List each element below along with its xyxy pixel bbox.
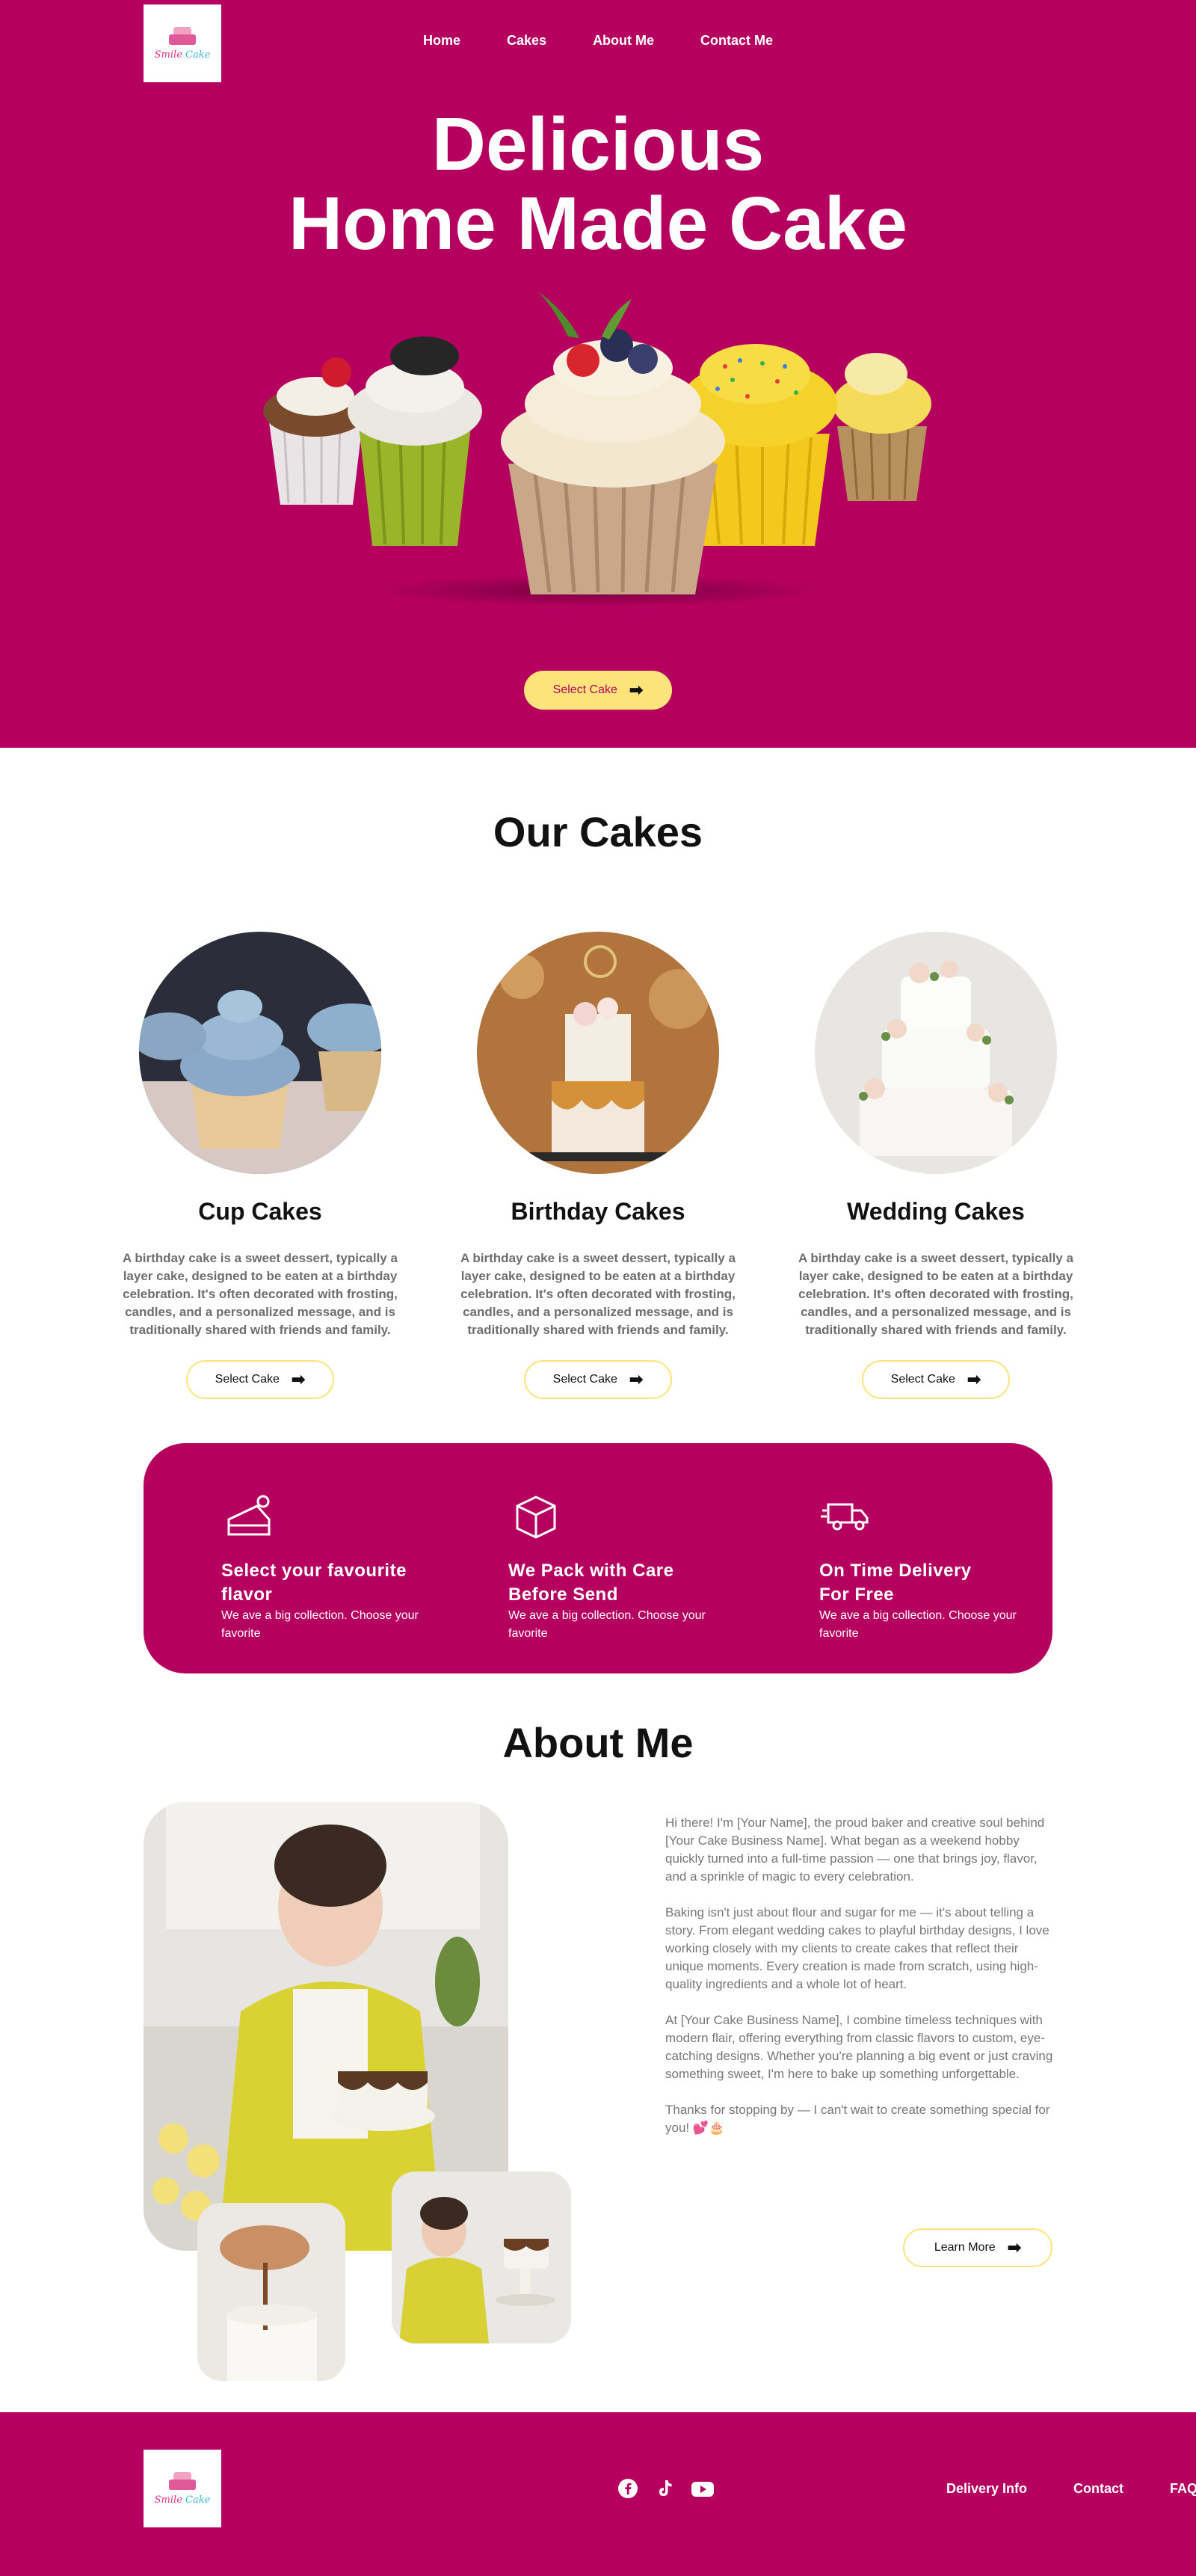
delivery-truck-icon	[821, 1503, 869, 1531]
features-banner: Select your favourite flavor We ave a big…	[144, 1443, 1052, 1673]
social-links	[616, 2477, 715, 2500]
youtube-icon[interactable]	[691, 2477, 715, 2500]
baker-photo-decorating	[392, 2171, 571, 2343]
logo-text-a: Smile	[154, 49, 182, 61]
about-paragraph: Hi there! I'm [Your Name], the proud bak…	[665, 1816, 1045, 1884]
box-icon	[516, 1496, 556, 1539]
cake-name: Birthday Cakes	[511, 1198, 685, 1225]
cake-card-wedding: Wedding Cakes A birthday cake is a sweet…	[794, 932, 1078, 1399]
nav-cakes[interactable]: Cakes	[507, 33, 546, 49]
nav-about-me[interactable]: About Me	[593, 33, 654, 49]
cake-description: A birthday cake is a sweet dessert, typi…	[460, 1251, 736, 1337]
about-paragraph: Baking isn't just about flour and sugar …	[665, 1905, 1049, 1991]
about-text: Hi there! I'm [Your Name], the proud bak…	[665, 1814, 1054, 2155]
footer-logo[interactable]: Smile Cake	[144, 2450, 221, 2527]
cake-card-birthday: Birthday Cakes A birthday cake is a swee…	[456, 932, 740, 1399]
logo-cake-icon	[167, 2471, 197, 2492]
facebook-icon[interactable]	[616, 2477, 640, 2500]
logo[interactable]: Smile Cake	[144, 4, 221, 82]
logo-text-b: Cake	[185, 2494, 211, 2506]
select-cake-label: Select Cake	[552, 1373, 617, 1386]
wedding-cake-image	[815, 932, 1057, 1174]
arrow-right-icon: ➡	[291, 1370, 306, 1389]
learn-more-button[interactable]: Learn More ➡	[903, 2228, 1052, 2267]
footer-contact[interactable]: Contact	[1073, 2481, 1123, 2497]
nav-home[interactable]: Home	[423, 33, 460, 49]
about-paragraph: At [Your Cake Business Name], I combine …	[665, 2013, 1053, 2081]
cake-name: Cup Cakes	[198, 1198, 322, 1225]
cake-slice-icon	[227, 1495, 271, 1536]
logo-cake-icon	[167, 26, 197, 46]
footer-faq[interactable]: FAQ	[1170, 2481, 1196, 2497]
select-cake-label: Select Cake	[890, 1373, 955, 1386]
learn-more-label: Learn More	[934, 2241, 996, 2254]
cake-name: Wedding Cakes	[847, 1198, 1025, 1225]
arrow-right-icon: ➡	[629, 680, 644, 699]
footer: Smile Cake Delivery Info Contact FAQ	[0, 2412, 1196, 2576]
hero-select-cake-button[interactable]: Select Cake ➡	[524, 671, 672, 710]
select-cupcakes-button[interactable]: Select Cake ➡	[186, 1360, 334, 1399]
select-cake-label: Select Cake	[215, 1373, 280, 1386]
footer-delivery-info[interactable]: Delivery Info	[946, 2481, 1027, 2497]
nav-contact-me[interactable]: Contact Me	[700, 33, 773, 49]
hero-title-line1: Delicious	[431, 102, 765, 186]
feature-packing: We Pack with Care Before Send We ave a bi…	[508, 1490, 725, 1643]
birthday-cake-image	[477, 932, 719, 1174]
hero-title: Delicious Home Made Cake	[0, 105, 1196, 263]
cupcakes-image	[139, 932, 381, 1174]
feature-text: We ave a big collection. Choose your fav…	[221, 1609, 419, 1640]
about-me-title: About Me	[502, 1719, 694, 1766]
logo-text-b: Cake	[185, 49, 211, 61]
baker-photo-pouring	[197, 2203, 345, 2381]
cake-card-cupcakes: Cup Cakes A birthday cake is a sweet des…	[118, 932, 402, 1399]
feature-title: On Time Delivery For Free	[819, 1561, 972, 1605]
select-wedding-cake-button[interactable]: Select Cake ➡	[862, 1360, 1010, 1399]
feature-title: Select your favourite flavor	[221, 1561, 407, 1605]
hero-cupcakes-image	[262, 292, 934, 607]
feature-title: We Pack with Care Before Send	[508, 1561, 674, 1605]
feature-flavor: Select your favourite flavor We ave a big…	[221, 1490, 438, 1643]
main-nav: Home Cakes About Me Contact Me	[423, 33, 819, 49]
footer-links: Delivery Info Contact FAQ	[946, 2481, 1196, 2497]
our-cakes-title: Our Cakes	[493, 808, 703, 855]
arrow-right-icon: ➡	[629, 1370, 644, 1389]
feature-text: We ave a big collection. Choose your fav…	[508, 1609, 706, 1640]
cake-description: A birthday cake is a sweet dessert, typi…	[798, 1251, 1073, 1337]
feature-delivery: On Time Delivery For Free We ave a big co…	[819, 1490, 1036, 1643]
cake-description: A birthday cake is a sweet dessert, typi…	[123, 1251, 398, 1337]
feature-text: We ave a big collection. Choose your fav…	[819, 1609, 1017, 1640]
hero-section: Smile Cake Home Cakes About Me Contact M…	[0, 0, 1196, 748]
tiktok-icon[interactable]	[653, 2477, 677, 2500]
logo-text-a: Smile	[154, 2494, 182, 2506]
arrow-right-icon: ➡	[1007, 2238, 1022, 2257]
hero-select-cake-label: Select Cake	[552, 683, 617, 696]
hero-title-line2: Home Made Cake	[288, 182, 908, 265]
arrow-right-icon: ➡	[967, 1370, 981, 1389]
about-paragraph: Thanks for stopping by — I can't wait to…	[665, 2103, 1050, 2135]
select-birthday-cake-button[interactable]: Select Cake ➡	[524, 1360, 672, 1399]
